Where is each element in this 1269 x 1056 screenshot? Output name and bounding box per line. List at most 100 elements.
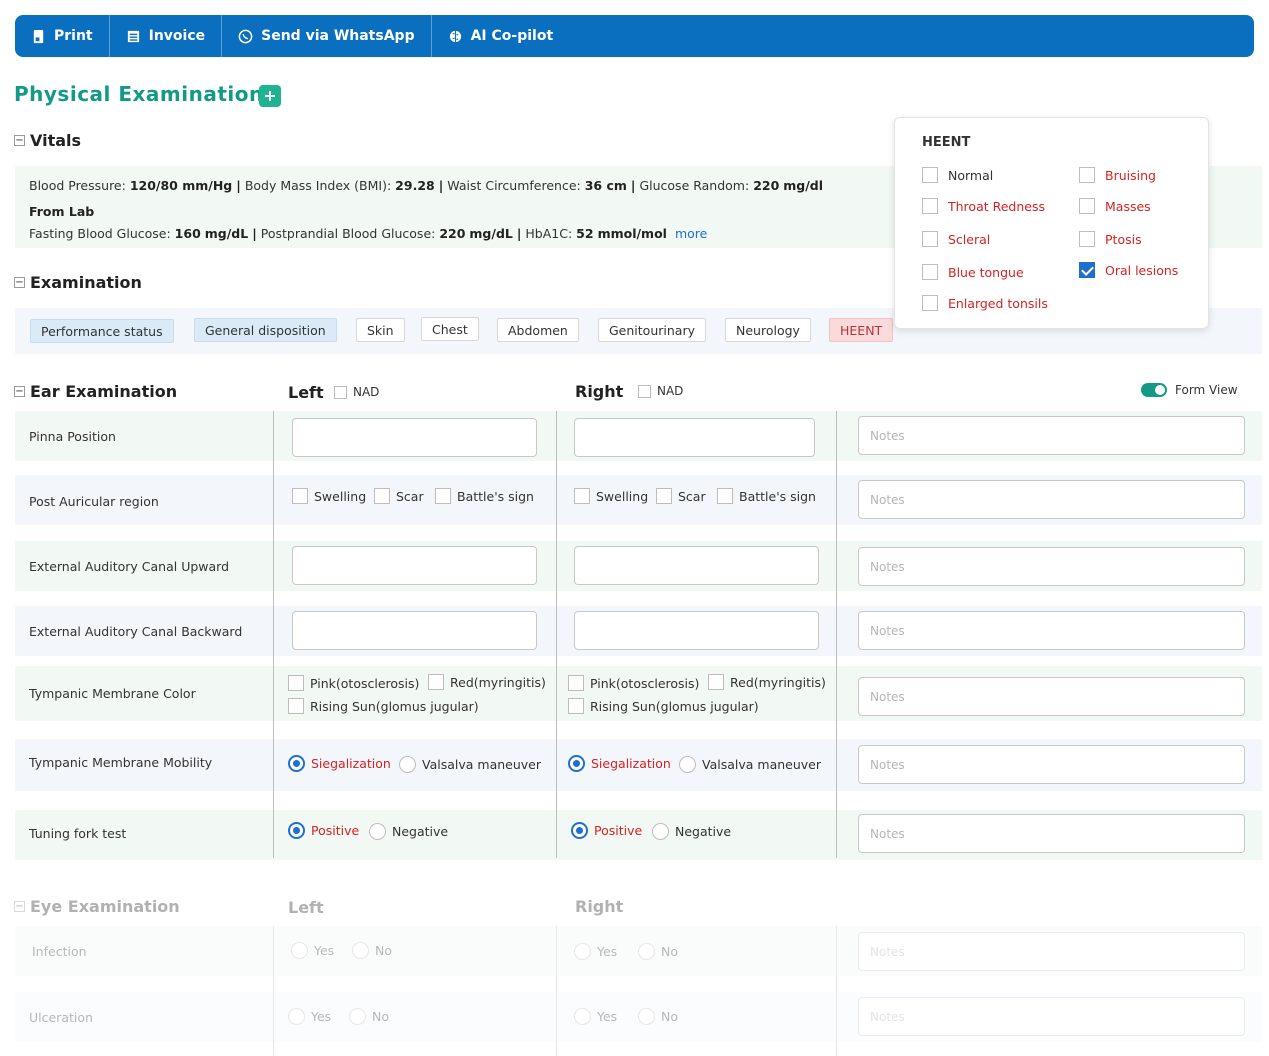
checkbox[interactable] — [922, 264, 938, 280]
positive-right[interactable]: Positive — [571, 822, 642, 839]
checkbox[interactable] — [922, 295, 938, 311]
battles-sign-right[interactable]: Battle's sign — [717, 488, 816, 504]
ulceration-right-no[interactable]: No — [638, 1008, 678, 1025]
radio[interactable] — [679, 756, 696, 773]
checkbox[interactable] — [574, 488, 590, 504]
checkbox[interactable] — [708, 674, 724, 690]
radio[interactable] — [349, 1008, 366, 1025]
pink-right[interactable]: Pink(otosclerosis) — [568, 675, 699, 691]
checkbox[interactable] — [922, 198, 938, 214]
checkbox[interactable] — [922, 231, 938, 247]
chip-performance-status[interactable]: Performance status — [30, 319, 174, 343]
radio[interactable] — [638, 1008, 655, 1025]
notes-input[interactable]: Notes — [858, 814, 1245, 853]
heent-option-oral-lesions[interactable]: Oral lesions — [1079, 262, 1178, 278]
collapse-icon[interactable]: − — [14, 277, 25, 288]
checkbox[interactable] — [428, 674, 444, 690]
checkbox[interactable] — [292, 488, 308, 504]
radio-selected[interactable] — [568, 755, 585, 772]
pinna-right-input[interactable] — [574, 418, 815, 457]
vitals-header[interactable]: − Vitals — [14, 131, 81, 150]
pinna-left-input[interactable] — [292, 418, 537, 457]
more-link[interactable]: more — [675, 226, 707, 241]
checkbox[interactable] — [568, 675, 584, 691]
siegalization-right[interactable]: Siegalization — [568, 755, 671, 772]
chip-skin[interactable]: Skin — [356, 318, 405, 342]
radio[interactable] — [288, 1008, 305, 1025]
checkbox[interactable] — [374, 488, 390, 504]
notes-input[interactable]: Notes — [858, 745, 1245, 784]
radio[interactable] — [369, 823, 386, 840]
radio[interactable] — [652, 823, 669, 840]
heent-option-ptosis[interactable]: Ptosis — [1079, 231, 1142, 247]
swelling-left[interactable]: Swelling — [292, 488, 366, 504]
chip-neurology[interactable]: Neurology — [725, 318, 811, 342]
collapse-icon[interactable]: − — [14, 386, 25, 397]
eye-examination-header[interactable]: − Eye Examination — [14, 897, 180, 916]
checkbox-checked[interactable] — [1079, 262, 1095, 278]
heent-option-scleral[interactable]: Scleral — [922, 231, 990, 247]
radio-selected[interactable] — [288, 755, 305, 772]
eac-upward-left-input[interactable] — [292, 546, 537, 585]
radio[interactable] — [638, 943, 655, 960]
radio[interactable] — [291, 942, 308, 959]
valsalva-left[interactable]: Valsalva maneuver — [399, 756, 541, 773]
radio[interactable] — [352, 942, 369, 959]
checkbox[interactable] — [1079, 231, 1095, 247]
whatsapp-button[interactable]: Send via WhatsApp — [222, 15, 432, 57]
invoice-button[interactable]: Invoice — [110, 15, 223, 57]
positive-left[interactable]: Positive — [288, 822, 359, 839]
red-right[interactable]: Red(myringitis) — [708, 674, 826, 690]
notes-input[interactable]: Notes — [858, 677, 1245, 716]
radio[interactable] — [574, 1008, 591, 1025]
collapse-icon[interactable]: − — [14, 135, 25, 146]
notes-input[interactable]: Notes — [858, 932, 1245, 971]
checkbox[interactable] — [288, 675, 304, 691]
right-nad[interactable]: NAD — [638, 384, 683, 398]
pink-left[interactable]: Pink(otosclerosis) — [288, 675, 419, 691]
left-nad[interactable]: NAD — [334, 385, 379, 399]
heent-option-bruising[interactable]: Bruising — [1079, 167, 1156, 183]
swelling-right[interactable]: Swelling — [574, 488, 648, 504]
scar-right[interactable]: Scar — [656, 488, 706, 504]
scar-left[interactable]: Scar — [374, 488, 424, 504]
chip-general-disposition[interactable]: General disposition — [194, 318, 337, 342]
ulceration-left-no[interactable]: No — [349, 1008, 389, 1025]
eac-backward-left-input[interactable] — [292, 611, 537, 650]
heent-option-normal[interactable]: Normal — [922, 167, 993, 183]
negative-right[interactable]: Negative — [652, 823, 731, 840]
checkbox[interactable] — [922, 167, 938, 183]
print-button[interactable]: Print — [15, 15, 110, 57]
negative-left[interactable]: Negative — [369, 823, 448, 840]
examination-header[interactable]: − Examination — [14, 273, 142, 292]
collapse-icon[interactable]: − — [14, 901, 25, 912]
checkbox[interactable] — [435, 488, 451, 504]
rising-sun-right[interactable]: Rising Sun(glomus jugular) — [568, 698, 759, 714]
battles-sign-left[interactable]: Battle's sign — [435, 488, 534, 504]
chip-genitourinary[interactable]: Genitourinary — [598, 318, 706, 342]
notes-input[interactable]: Notes — [858, 997, 1245, 1036]
notes-input[interactable]: Notes — [858, 416, 1245, 455]
ulceration-left-yes[interactable]: Yes — [288, 1008, 331, 1025]
chip-chest[interactable]: Chest — [421, 317, 479, 341]
notes-input[interactable]: Notes — [858, 480, 1245, 519]
checkbox[interactable] — [568, 698, 584, 714]
radio[interactable] — [574, 943, 591, 960]
checkbox[interactable] — [1079, 167, 1095, 183]
radio-selected[interactable] — [288, 822, 305, 839]
radio-selected[interactable] — [571, 822, 588, 839]
infection-left-yes[interactable]: Yes — [291, 942, 334, 959]
ulceration-right-yes[interactable]: Yes — [574, 1008, 617, 1025]
radio[interactable] — [399, 756, 416, 773]
heent-option-blue-tongue[interactable]: Blue tongue — [922, 264, 1024, 280]
infection-right-yes[interactable]: Yes — [574, 943, 617, 960]
checkbox[interactable] — [717, 488, 733, 504]
toggle-switch[interactable] — [1141, 383, 1167, 397]
ear-examination-header[interactable]: − Ear Examination — [14, 382, 177, 401]
checkbox[interactable] — [1079, 198, 1095, 214]
form-view-toggle[interactable]: Form View — [1141, 383, 1238, 397]
rising-sun-left[interactable]: Rising Sun(glomus jugular) — [288, 698, 479, 714]
notes-input[interactable]: Notes — [858, 547, 1245, 586]
infection-right-no[interactable]: No — [638, 943, 678, 960]
add-examination-button[interactable] — [259, 85, 281, 107]
